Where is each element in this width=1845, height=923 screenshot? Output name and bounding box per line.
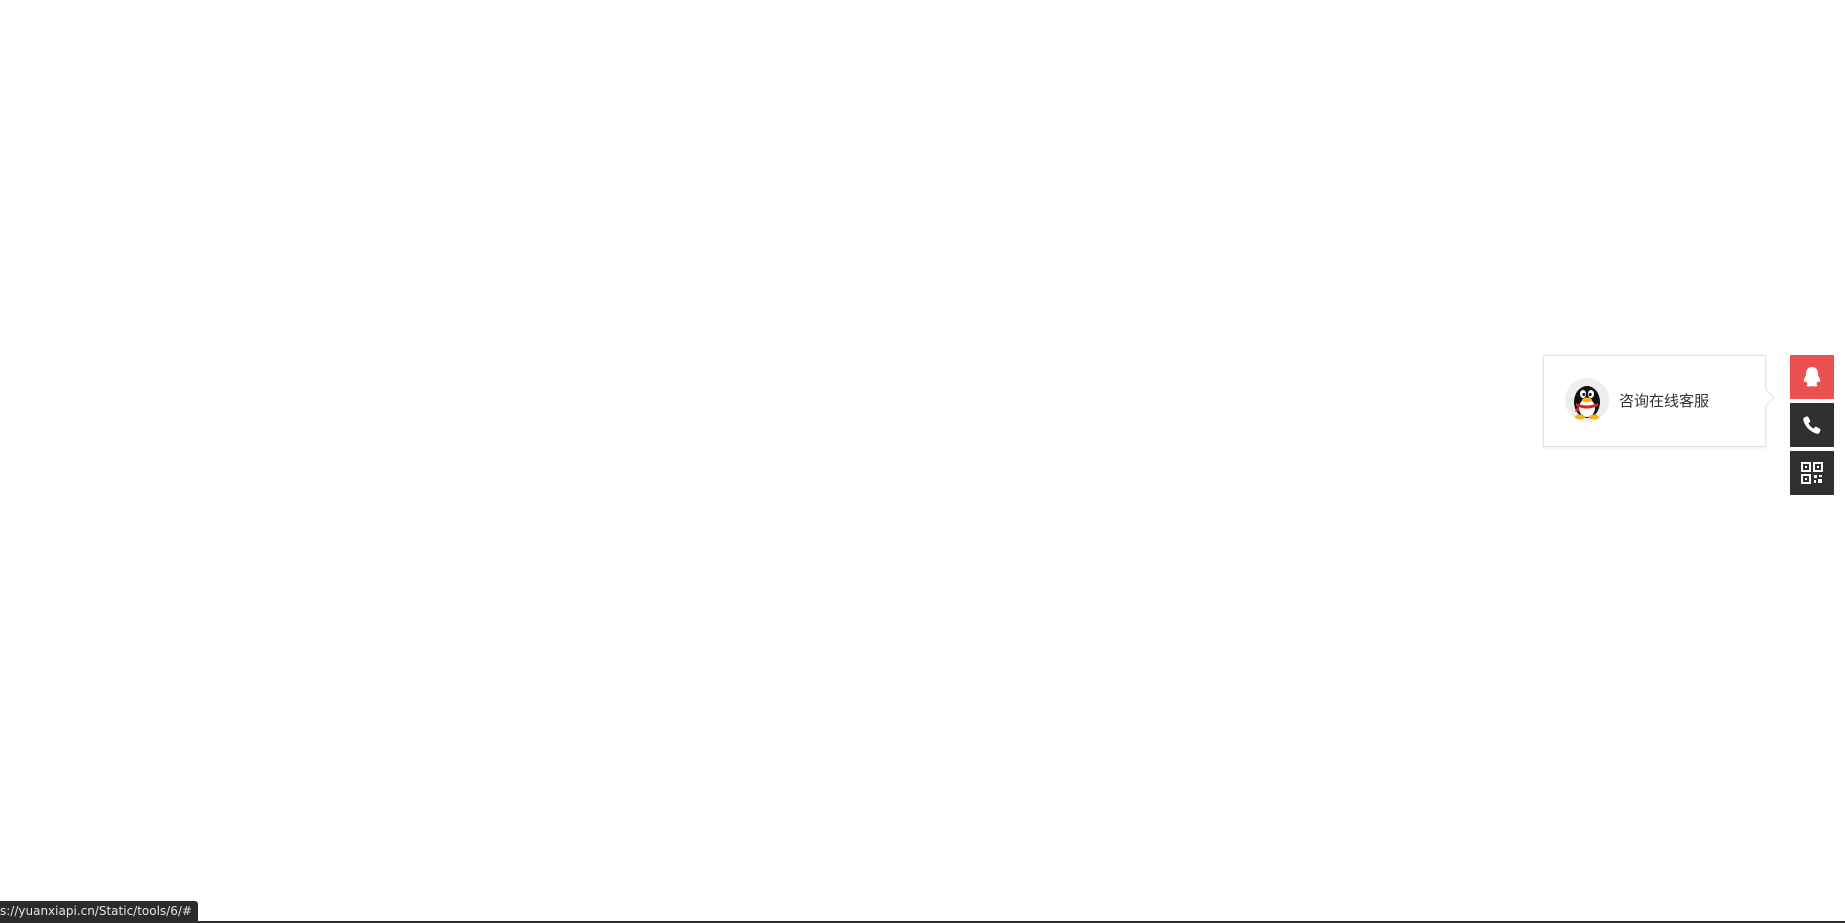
qr-code-button[interactable] <box>1790 451 1834 495</box>
side-toolbar <box>1790 355 1834 499</box>
phone-button[interactable] <box>1790 403 1834 447</box>
customer-service-popup: 咨询在线客服 <box>1543 355 1766 447</box>
status-bar-url: s://yuanxiapi.cn/Static/tools/6/# <box>0 901 198 921</box>
qq-penguin-icon <box>1574 386 1600 420</box>
qq-penguin-icon <box>1803 367 1821 387</box>
phone-icon <box>1803 416 1821 434</box>
consult-online-service-link[interactable]: 咨询在线客服 <box>1565 378 1709 422</box>
page: 咨询在线客服 s://yuanxiapi.cn/Static/tools/6/# <box>0 0 1845 923</box>
qr-code-icon <box>1801 462 1823 484</box>
consult-online-service-label: 咨询在线客服 <box>1619 391 1710 410</box>
qq-avatar <box>1565 378 1609 422</box>
qq-button[interactable] <box>1790 355 1834 399</box>
